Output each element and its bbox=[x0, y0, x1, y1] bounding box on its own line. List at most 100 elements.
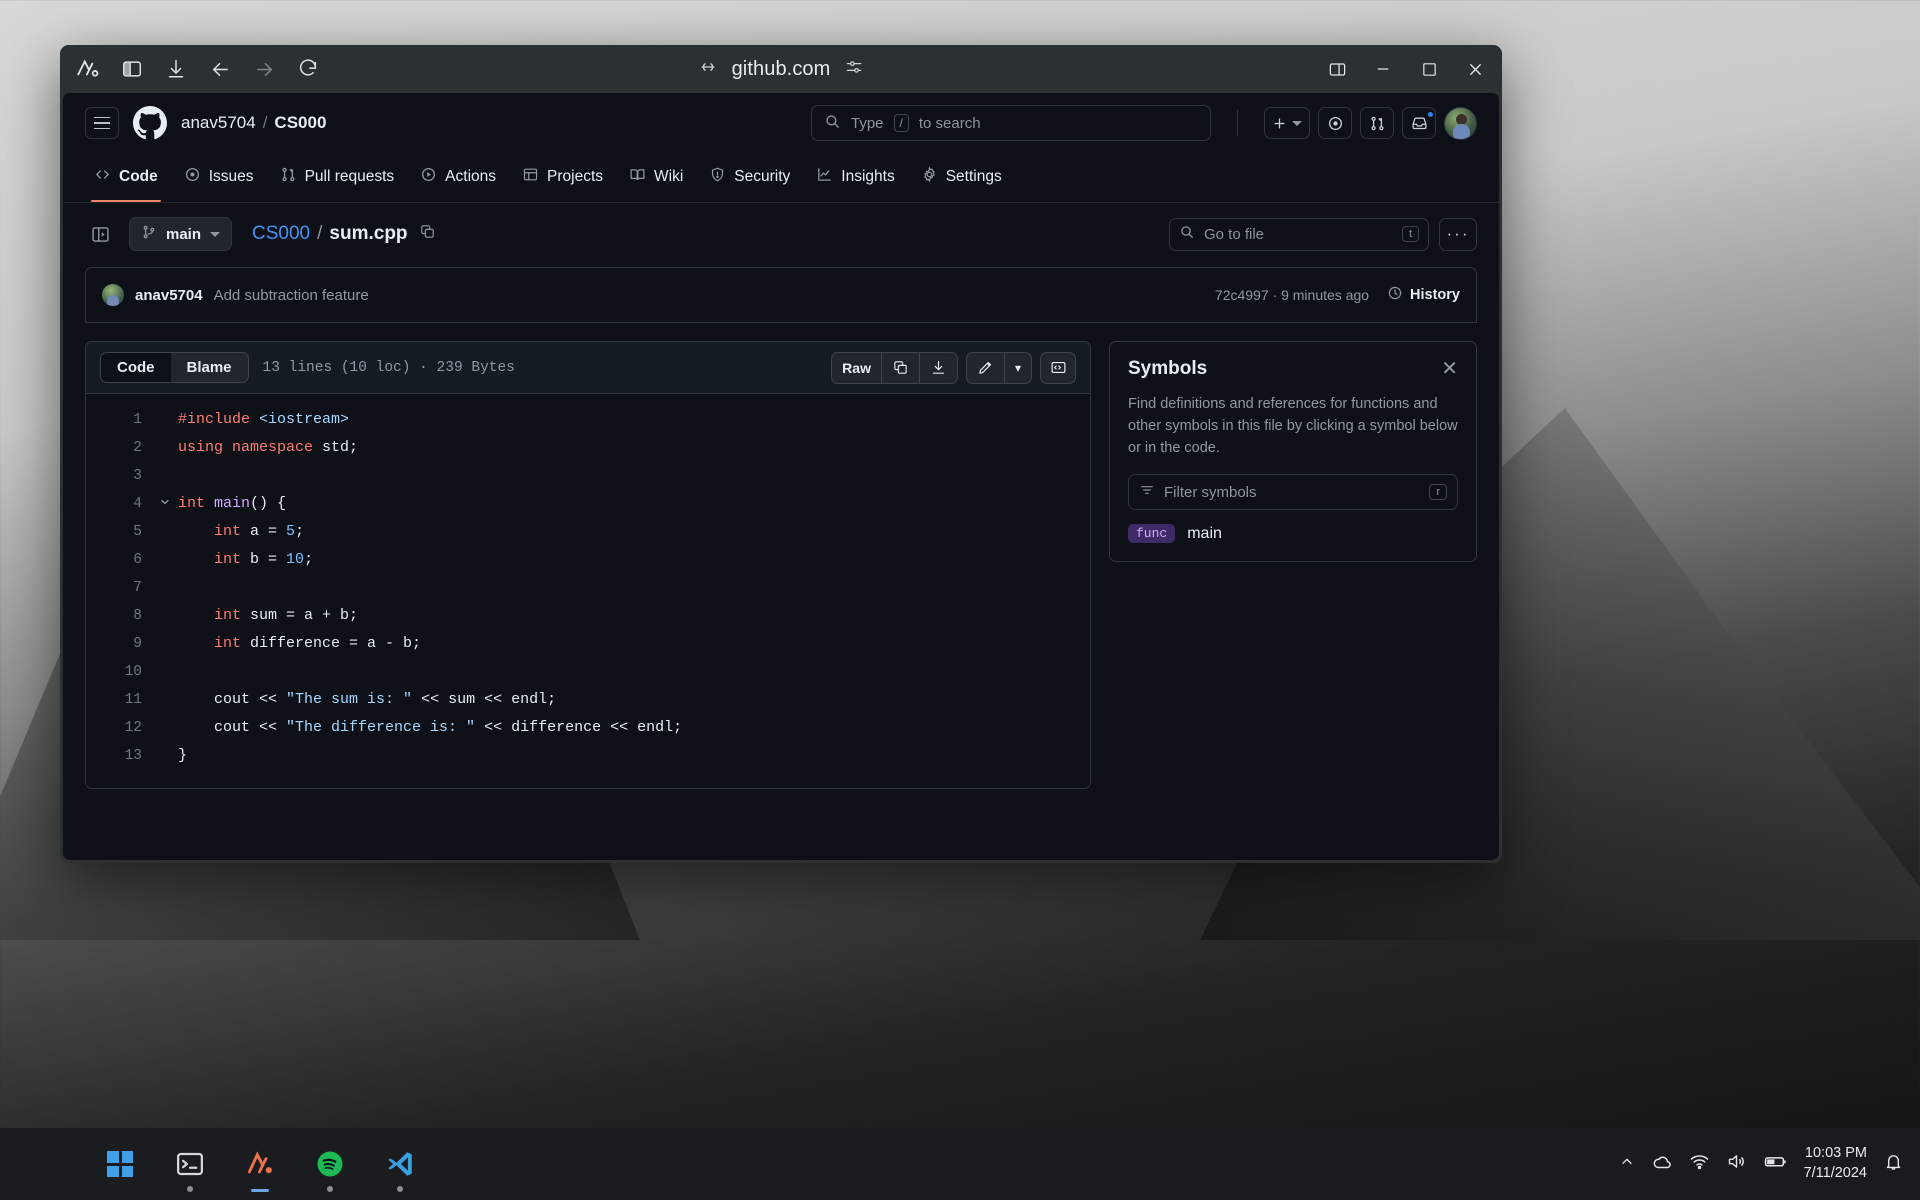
code-line[interactable]: 2 using namespace std; bbox=[86, 434, 1090, 462]
code-line[interactable]: 10 bbox=[86, 658, 1090, 686]
site-settings-icon[interactable] bbox=[844, 57, 864, 82]
line-number[interactable]: 8 bbox=[86, 602, 152, 630]
tab-pull-requests[interactable]: Pull requests bbox=[269, 158, 406, 202]
hamburger-menu-button[interactable] bbox=[85, 107, 119, 139]
back-arrow-icon[interactable] bbox=[198, 52, 242, 86]
branch-selector[interactable]: main bbox=[129, 217, 233, 251]
arc-logo-icon[interactable] bbox=[66, 52, 110, 86]
bell-icon[interactable] bbox=[1883, 1151, 1904, 1177]
tab-projects[interactable]: Projects bbox=[511, 158, 614, 202]
split-view-icon[interactable] bbox=[1314, 47, 1360, 91]
reload-icon[interactable] bbox=[286, 52, 330, 86]
table-icon bbox=[522, 166, 539, 188]
sidebar-toggle-icon[interactable] bbox=[110, 52, 154, 86]
taskbar-item-arc-browser[interactable] bbox=[236, 1140, 284, 1192]
commit-message[interactable]: Add subtraction feature bbox=[214, 287, 369, 304]
search-input[interactable]: Type / to search bbox=[811, 105, 1211, 141]
close-icon[interactable]: ✕ bbox=[1441, 359, 1458, 379]
edit-dropdown-caret[interactable]: ▾ bbox=[1005, 353, 1031, 383]
code-line[interactable]: 3 bbox=[86, 462, 1090, 490]
tab-code-view[interactable]: Code bbox=[101, 353, 171, 382]
file-path-repo[interactable]: CS000 bbox=[252, 223, 310, 245]
code-line[interactable]: 7 bbox=[86, 574, 1090, 602]
clock[interactable]: 10:03 PM 7/11/2024 bbox=[1804, 1144, 1867, 1183]
tab-wiki[interactable]: Wiki bbox=[618, 158, 694, 202]
download-raw-icon[interactable] bbox=[920, 353, 957, 383]
more-options-button[interactable]: ··· bbox=[1439, 217, 1477, 251]
line-number[interactable]: 11 bbox=[86, 686, 152, 714]
line-number[interactable]: 6 bbox=[86, 546, 152, 574]
code-lines[interactable]: 1 #include <iostream> 2 using namespace std… bbox=[86, 394, 1090, 788]
code-line[interactable]: 8 int sum = a + b; bbox=[86, 602, 1090, 630]
inbox-button[interactable] bbox=[1402, 107, 1436, 139]
commit-author-avatar[interactable] bbox=[102, 284, 124, 306]
line-number[interactable]: 5 bbox=[86, 518, 152, 546]
wifi-icon[interactable] bbox=[1689, 1151, 1710, 1177]
battery-icon[interactable] bbox=[1763, 1149, 1788, 1179]
edit-actions-group: ▾ bbox=[965, 351, 1032, 384]
code-text: #include <iostream> bbox=[178, 411, 350, 428]
taskbar-item-vscode[interactable] bbox=[376, 1140, 424, 1192]
line-number[interactable]: 2 bbox=[86, 434, 152, 462]
code-line[interactable]: 1 #include <iostream> bbox=[86, 406, 1090, 434]
code-line[interactable]: 6 int b = 10; bbox=[86, 546, 1090, 574]
taskbar-item-spotify[interactable] bbox=[306, 1140, 354, 1192]
commit-author-name[interactable]: anav5704 bbox=[135, 287, 203, 304]
copy-path-icon[interactable] bbox=[419, 223, 436, 246]
history-link[interactable]: History bbox=[1387, 285, 1460, 305]
github-logo-icon[interactable] bbox=[133, 106, 167, 140]
code-line[interactable]: 5 int a = 5; bbox=[86, 518, 1090, 546]
code-line[interactable]: 4 int main() { bbox=[86, 490, 1090, 518]
edit-file-icon[interactable] bbox=[967, 353, 1004, 383]
symbols-panel-toggle[interactable] bbox=[1040, 351, 1076, 384]
line-number[interactable]: 3 bbox=[86, 462, 152, 490]
line-number[interactable]: 10 bbox=[86, 658, 152, 686]
code-line[interactable]: 11 cout << "The sum is: " << sum << endl… bbox=[86, 686, 1090, 714]
tray-expand-chevron-icon[interactable] bbox=[1619, 1154, 1635, 1175]
tab-blame-view[interactable]: Blame bbox=[171, 353, 248, 382]
breadcrumb-repo[interactable]: CS000 bbox=[274, 113, 326, 133]
play-icon bbox=[420, 166, 437, 188]
code-line[interactable]: 12 cout << "The difference is: " << diff… bbox=[86, 714, 1090, 742]
issues-button[interactable] bbox=[1318, 107, 1352, 139]
copy-raw-icon[interactable] bbox=[882, 353, 919, 383]
go-to-file-input[interactable]: Go to file t bbox=[1169, 217, 1429, 251]
tab-settings[interactable]: Settings bbox=[910, 158, 1013, 202]
code-line[interactable]: 13} bbox=[86, 742, 1090, 770]
line-number[interactable]: 9 bbox=[86, 630, 152, 658]
breadcrumb: anav5704 / CS000 bbox=[181, 113, 326, 133]
breadcrumb-owner[interactable]: anav5704 bbox=[181, 113, 256, 133]
commit-sha[interactable]: 72c4997 bbox=[1215, 287, 1269, 303]
onedrive-icon[interactable] bbox=[1651, 1151, 1673, 1178]
avatar[interactable] bbox=[1444, 106, 1477, 140]
maximize-icon[interactable] bbox=[1406, 47, 1452, 91]
download-icon[interactable] bbox=[154, 52, 198, 86]
symbol-list-item[interactable]: func main bbox=[1128, 524, 1458, 544]
raw-button[interactable]: Raw bbox=[832, 353, 881, 383]
speaker-icon[interactable] bbox=[1726, 1151, 1747, 1177]
commit-meta: 72c4997 · 9 minutes ago History bbox=[1215, 285, 1460, 305]
windows-start-button[interactable] bbox=[96, 1140, 144, 1188]
line-number[interactable]: 1 bbox=[86, 406, 152, 434]
close-icon[interactable] bbox=[1452, 47, 1498, 91]
tab-code[interactable]: Code bbox=[83, 158, 169, 202]
taskbar-item-terminal[interactable] bbox=[166, 1140, 214, 1192]
file-tree-toggle-icon[interactable] bbox=[85, 219, 115, 249]
tab-issues[interactable]: Issues bbox=[173, 158, 265, 202]
pull-requests-button[interactable] bbox=[1360, 107, 1394, 139]
code-line[interactable]: 9 int difference = a - b; bbox=[86, 630, 1090, 658]
tab-security[interactable]: Security bbox=[698, 158, 801, 202]
tab-insights[interactable]: Insights bbox=[805, 158, 905, 202]
create-new-button[interactable] bbox=[1264, 107, 1310, 139]
fold-chevron-icon[interactable] bbox=[152, 490, 178, 518]
tab-issues-label: Issues bbox=[208, 168, 254, 185]
line-number[interactable]: 7 bbox=[86, 574, 152, 602]
forward-arrow-icon[interactable] bbox=[242, 52, 286, 86]
line-number[interactable]: 12 bbox=[86, 714, 152, 742]
tab-actions[interactable]: Actions bbox=[409, 158, 507, 202]
filter-symbols-input[interactable]: Filter symbols r bbox=[1128, 474, 1458, 511]
line-number[interactable]: 13 bbox=[86, 742, 152, 770]
minimize-icon[interactable] bbox=[1360, 47, 1406, 91]
line-number[interactable]: 4 bbox=[86, 490, 152, 518]
tab-wiki-label: Wiki bbox=[654, 168, 684, 185]
